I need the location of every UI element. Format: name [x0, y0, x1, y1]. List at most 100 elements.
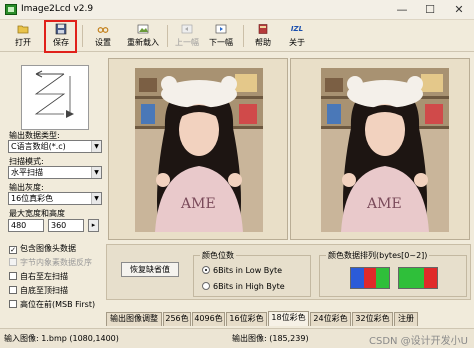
checkbox-label: 自底至顶扫描 [20, 286, 68, 295]
checkbox-box [9, 300, 17, 308]
title-bar: Image2Lcd v2.9 — ☐ ✕ [0, 0, 474, 20]
watermark-text: CSDN @设计开发小U [368, 336, 468, 347]
checkbox-box [9, 258, 17, 266]
color-order-group: 颜色数据排列(bytes[0~2]) [319, 250, 467, 297]
settings-panel: 输出数据类型: C语言数组(*.c) ▼ 扫描模式: 水平扫描 ▼ 输出灰度: … [3, 55, 103, 313]
output-type-value: C语言数组(*.c) [11, 142, 66, 151]
max-width-input[interactable]: 480 [8, 219, 44, 232]
scan-mode-select[interactable]: 水平扫描 ▼ [8, 166, 102, 179]
output-image-status: 输出图像: (185,239) [232, 334, 309, 343]
bottom-to-top-checkbox[interactable]: 自底至顶扫描 [9, 285, 68, 296]
chevron-down-icon: ▼ [91, 167, 101, 178]
scan-direction-preview [21, 65, 89, 130]
color-order-title: 颜色数据排列(bytes[0~2]) [326, 250, 430, 261]
checkbox-label: 字节内象素数据反序 [20, 258, 92, 267]
gray-value: 16位真彩色 [11, 194, 54, 203]
status-bar: 输入图像: 1.bmp (1080,1400) 输出图像: (185,239) … [0, 328, 474, 348]
about-button[interactable]: IZL 关于 [283, 23, 311, 51]
next-image-button[interactable]: 下一幅 [206, 23, 236, 51]
output-type-select[interactable]: C语言数组(*.c) ▼ [8, 140, 102, 153]
toolbar-separator [167, 25, 168, 47]
radio-dot [202, 282, 210, 290]
chevron-down-icon: ▼ [91, 193, 101, 204]
help-book-icon [258, 24, 268, 34]
green-channel [411, 268, 425, 288]
scan-mode-value: 水平扫描 [11, 168, 43, 177]
color-order-swatch[interactable] [398, 267, 438, 289]
checkbox-label: 高位在前(MSB First) [20, 300, 96, 309]
folder-open-icon [17, 25, 29, 34]
maximize-button[interactable]: ☐ [416, 0, 444, 20]
color-bits-group: 颜色位数 6Bits in Low Byte 6Bits in High Byt… [193, 250, 311, 297]
max-height-input[interactable]: 360 [48, 219, 84, 232]
tab-4096-color[interactable]: 4096色 [192, 312, 225, 326]
tab-18bit-color[interactable]: 18位彩色 [268, 311, 309, 326]
open-label: 打开 [15, 38, 31, 47]
scan-direction-icon [34, 70, 74, 118]
about-label: 关于 [289, 38, 305, 47]
about-logo-icon: IZL [290, 25, 304, 33]
tab-256-color[interactable]: 256色 [163, 312, 191, 326]
output-photo: AME [321, 68, 449, 232]
toolbar-separator [243, 25, 244, 47]
next-image-icon [215, 24, 227, 34]
checkbox-box [9, 286, 17, 294]
svg-text:AME: AME [366, 196, 402, 212]
previous-image-icon [181, 24, 193, 34]
previous-image-button[interactable]: 上一幅 [172, 23, 202, 51]
color-bits-title: 颜色位数 [200, 250, 236, 261]
checkbox-label: 自右至左扫描 [20, 272, 68, 281]
app-icon [5, 4, 17, 15]
input-photo: AME [135, 68, 263, 232]
open-button[interactable]: 打开 [8, 23, 38, 51]
green-channel [376, 268, 390, 288]
right-to-left-checkbox[interactable]: 自右至左扫描 [9, 271, 68, 282]
checkbox-box [9, 272, 17, 280]
checkbox-label: 包含图像头数据 [20, 244, 76, 253]
checkbox-box: ✓ [9, 246, 17, 254]
tab-register[interactable]: 注册 [394, 312, 418, 326]
gray-select[interactable]: 16位真彩色 ▼ [8, 192, 102, 205]
high-byte-radio[interactable]: 6Bits in High Byte [202, 282, 285, 291]
glasses-icon [97, 27, 109, 33]
settings-label: 设置 [95, 38, 111, 47]
tab-24bit-color[interactable]: 24位彩色 [310, 312, 351, 326]
msb-first-checkbox[interactable]: 高位在前(MSB First) [9, 299, 95, 310]
save-highlight-box [44, 20, 77, 53]
radio-label: 6Bits in Low Byte [213, 266, 283, 275]
radio-label: 6Bits in High Byte [213, 282, 285, 291]
red-channel [363, 268, 377, 288]
max-size-label: 最大宽度和高度 [9, 209, 65, 218]
output-image-view: AME [290, 58, 470, 240]
tab-32bit-color[interactable]: 32位彩色 [352, 312, 393, 326]
settings-button[interactable]: 设置 [88, 23, 118, 51]
help-button[interactable]: 帮助 [249, 23, 277, 51]
red-channel [424, 268, 438, 288]
svg-text:AME: AME [180, 196, 216, 212]
previous-image-label: 上一幅 [175, 38, 199, 47]
next-image-label: 下一幅 [209, 38, 233, 47]
minimize-button[interactable]: — [388, 0, 416, 20]
input-image-view: AME [108, 58, 288, 240]
input-image-status: 输入图像: 1.bmp (1080,1400) [4, 334, 119, 343]
color-order-swatch[interactable] [350, 267, 390, 289]
reload-button[interactable]: 重新载入 [124, 23, 162, 51]
radio-dot [202, 266, 210, 274]
reload-image-icon [137, 24, 149, 34]
window-title: Image2Lcd v2.9 [21, 4, 94, 14]
size-apply-button[interactable]: ▸ [88, 219, 99, 232]
reverse-byte-pixel-checkbox[interactable]: 字节内象素数据反序 [9, 257, 92, 268]
toolbar-separator [82, 25, 83, 47]
close-button[interactable]: ✕ [444, 0, 474, 20]
help-label: 帮助 [255, 38, 271, 47]
chevron-down-icon: ▼ [91, 141, 101, 152]
low-byte-radio[interactable]: 6Bits in Low Byte [202, 266, 282, 275]
include-header-checkbox[interactable]: ✓ 包含图像头数据 [9, 243, 76, 254]
restore-defaults-button[interactable]: 恢复缺省值 [121, 262, 179, 277]
tab-16bit-color[interactable]: 16位彩色 [226, 312, 267, 326]
blue-channel [351, 268, 364, 288]
tab-output-adjust[interactable]: 输出图像调整 [106, 312, 162, 326]
reload-label: 重新载入 [127, 38, 159, 47]
color-settings-panel: 恢复缺省值 颜色位数 6Bits in Low Byte 6Bits in Hi… [106, 244, 471, 300]
green-channel [399, 268, 412, 288]
